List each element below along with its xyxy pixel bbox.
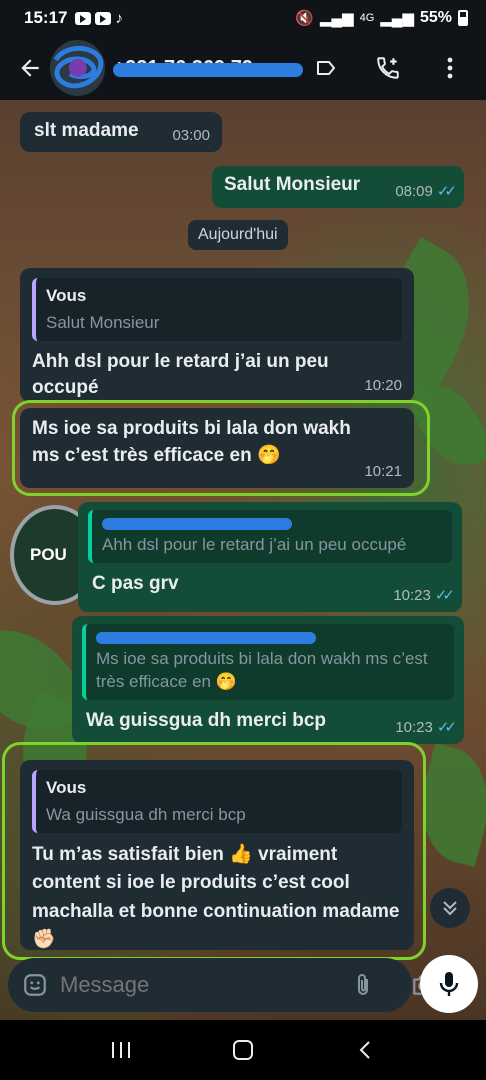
battery-icon — [458, 10, 468, 26]
contact-name[interactable]: +221 76 369 79... — [113, 57, 312, 80]
quoted-message[interactable]: Ms ioe sa produits bi lala don wakh ms c… — [82, 624, 454, 700]
chat-header: +221 76 369 79... — [0, 36, 486, 100]
quote-text: Ms ioe sa produits bi lala don wakh ms c… — [96, 649, 428, 691]
message-incoming[interactable]: slt madame 03:00 — [20, 112, 222, 152]
network-type: 4G — [359, 12, 375, 24]
date-chip: Aujourd'hui — [188, 220, 288, 250]
message-text: Tu m’as satisfait bien 👍 vraiment conten… — [32, 843, 400, 951]
read-ticks-icon: ✓✓ — [436, 183, 457, 200]
message-text: Ahh dsl pour le retard j’ai un peu occup… — [32, 350, 329, 399]
recent-apps-icon[interactable] — [101, 1030, 141, 1070]
label-icon[interactable] — [312, 54, 340, 82]
message-composer — [8, 958, 433, 1012]
attach-icon[interactable] — [348, 970, 378, 1000]
message-outgoing[interactable]: Ms ioe sa produits bi lala don wakh ms c… — [72, 616, 464, 744]
tiktok-icon: ♪ — [115, 9, 123, 27]
leaf-decoration — [406, 742, 486, 868]
quoted-message[interactable]: Ahh dsl pour le retard j’ai un peu occup… — [88, 510, 452, 563]
message-time: 10:20 — [364, 377, 402, 394]
signal-icon: ▂▄▆ — [319, 10, 354, 27]
message-time: 03:00 — [172, 127, 210, 144]
quote-author: Vous — [46, 778, 87, 797]
status-bar: 15:17 ♪ 🔇 ▂▄▆ 4G ▂▄▆ 55% — [0, 0, 486, 36]
message-incoming[interactable]: Vous Salut Monsieur Ahh dsl pour le reta… — [20, 268, 414, 402]
header-actions — [312, 54, 472, 82]
chat-area[interactable]: POU slt madame 03:00 Salut Monsieur 08:0… — [0, 100, 486, 1020]
leaf-decoration — [406, 372, 486, 478]
message-text: Ms ioe sa produits bi lala don wakh ms c… — [32, 418, 351, 466]
quoted-message[interactable]: Vous Wa guissgua dh merci bcp — [32, 770, 402, 833]
message-time: 08:09 ✓✓ — [395, 183, 457, 200]
message-incoming[interactable]: Ms ioe sa produits bi lala don wakh ms c… — [20, 408, 414, 488]
message-time: 10:23 ✓✓ — [395, 719, 457, 736]
youtube-icon — [75, 11, 92, 25]
double-chevron-down-icon — [443, 901, 457, 916]
status-right: 🔇 ▂▄▆ 4G ▂▄▆ 55% — [295, 9, 468, 27]
redaction-scribble — [53, 45, 104, 89]
message-outgoing[interactable]: Salut Monsieur 08:09 ✓✓ — [212, 166, 464, 208]
redaction-bar — [113, 62, 304, 77]
quote-text: Ahh dsl pour le retard j’ai un peu occup… — [102, 535, 407, 554]
scroll-down-button[interactable] — [430, 888, 470, 928]
home-icon[interactable] — [223, 1030, 263, 1070]
voice-message-button[interactable] — [420, 955, 478, 1013]
battery-percent: 55% — [419, 9, 452, 26]
message-input[interactable] — [60, 972, 348, 998]
message-time: 10:23 ✓✓ — [393, 587, 455, 604]
back-arrow-icon[interactable] — [14, 52, 46, 84]
message-outgoing[interactable]: Ahh dsl pour le retard j’ai un peu occup… — [78, 502, 462, 612]
quote-author-redacted — [96, 632, 316, 644]
message-text: Salut Monsieur — [224, 174, 361, 195]
message-text: slt madame — [34, 120, 139, 141]
add-call-icon[interactable] — [374, 54, 402, 82]
status-time: 15:17 — [24, 8, 68, 27]
avatar[interactable] — [49, 40, 106, 96]
quote-author-redacted — [102, 518, 292, 530]
quoted-message[interactable]: Vous Salut Monsieur — [32, 278, 402, 341]
read-ticks-icon: ✓✓ — [434, 587, 455, 604]
system-nav-bar — [0, 1020, 486, 1080]
notification-icons: ♪ — [75, 10, 123, 27]
jar-label: POU — [30, 545, 67, 564]
quote-text: Wa guissgua dh merci bcp — [46, 804, 246, 824]
quote-text: Salut Monsieur — [46, 312, 160, 332]
microphone-icon — [439, 972, 459, 996]
emoji-sticker-icon[interactable] — [22, 970, 48, 1000]
youtube-icon-2 — [95, 11, 112, 25]
signal-icon-2: ▂▄▆ — [380, 10, 414, 27]
mute-icon: 🔇 — [295, 10, 314, 27]
more-options-icon[interactable] — [436, 54, 464, 82]
message-incoming[interactable]: Vous Wa guissgua dh merci bcp Tu m’as sa… — [20, 760, 414, 950]
back-nav-icon[interactable] — [345, 1030, 385, 1070]
read-ticks-icon: ✓✓ — [436, 719, 457, 736]
quote-author: Vous — [46, 286, 87, 305]
message-time: 10:21 — [364, 463, 402, 480]
